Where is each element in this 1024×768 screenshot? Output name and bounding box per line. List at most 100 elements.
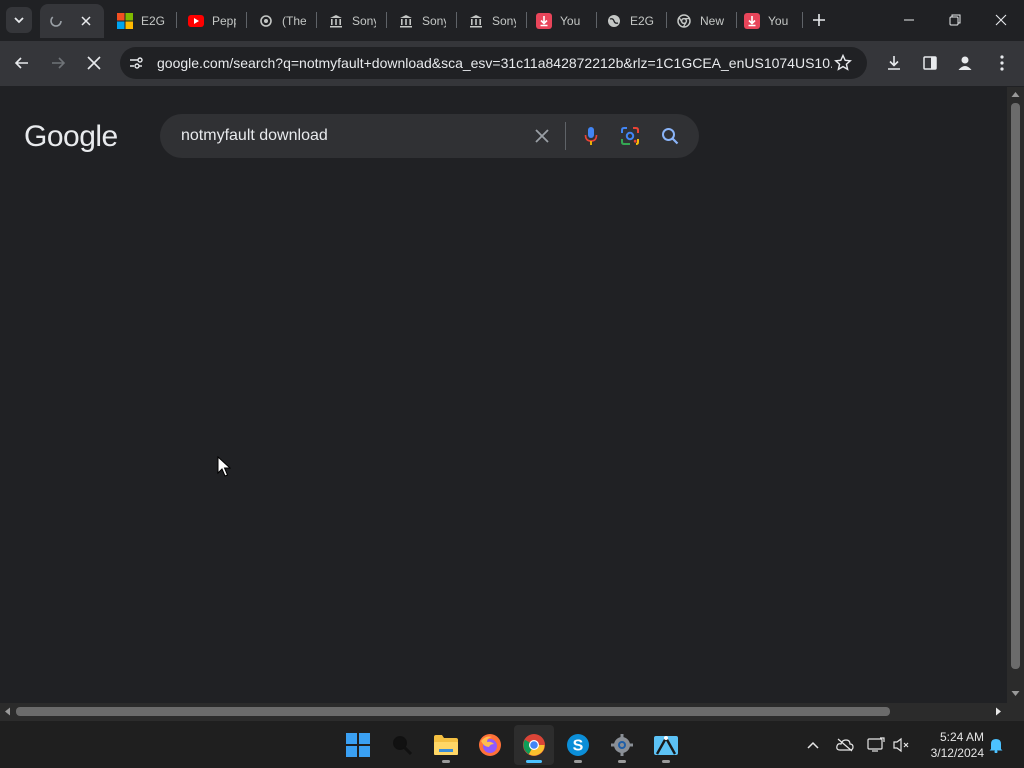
clock-time: 5:24 AM bbox=[939, 730, 984, 744]
clear-search-button[interactable] bbox=[530, 124, 554, 148]
horizontal-scrollbar[interactable] bbox=[0, 703, 1007, 720]
profile-icon bbox=[958, 56, 972, 70]
url-text[interactable]: google.com/search?q=notmyfault+download&… bbox=[157, 55, 832, 71]
network-tray[interactable] bbox=[866, 735, 886, 755]
site-settings-icon[interactable] bbox=[128, 55, 144, 71]
taskbar-chrome[interactable] bbox=[514, 725, 554, 765]
restore-button[interactable] bbox=[938, 5, 972, 35]
camera-lens-icon bbox=[621, 127, 639, 145]
chrome-menu-button[interactable] bbox=[988, 49, 1016, 77]
search-icon bbox=[662, 128, 679, 145]
vertical-scrollbar[interactable] bbox=[1007, 87, 1024, 703]
horizontal-scroll-thumb[interactable] bbox=[16, 707, 890, 716]
start-button[interactable] bbox=[338, 725, 378, 765]
tab-title: New bbox=[700, 14, 724, 28]
tab-separator bbox=[386, 12, 387, 28]
scroll-right-icon[interactable] bbox=[995, 707, 1002, 716]
taskbar-skype[interactable]: S bbox=[558, 725, 598, 765]
tab-the[interactable]: (The bbox=[250, 4, 314, 38]
lens-search-button[interactable] bbox=[618, 124, 642, 148]
chevron-down-icon bbox=[14, 17, 24, 24]
taskbar-file-explorer[interactable] bbox=[426, 725, 466, 765]
vertical-scroll-thumb[interactable] bbox=[1011, 103, 1020, 669]
google-logo[interactable]: Google bbox=[24, 120, 118, 154]
running-indicator bbox=[442, 760, 450, 763]
tab-active[interactable] bbox=[40, 4, 104, 38]
cloud-offline-icon bbox=[836, 738, 854, 752]
chrome-icon bbox=[523, 734, 545, 756]
tab-sony-2[interactable]: Sony bbox=[390, 4, 454, 38]
taskbar-settings[interactable] bbox=[602, 725, 642, 765]
system-clock[interactable]: 5:24 AM 3/12/2024 bbox=[918, 729, 984, 761]
windows-start-icon bbox=[346, 733, 370, 757]
tab-new[interactable]: New bbox=[668, 4, 732, 38]
tab-e2g-2[interactable]: E2G bbox=[598, 4, 662, 38]
notifications-button[interactable] bbox=[986, 735, 1006, 755]
new-tab-button[interactable] bbox=[808, 9, 830, 31]
tab-you-2[interactable]: You bbox=[736, 4, 800, 38]
back-button[interactable] bbox=[8, 49, 36, 77]
search-box[interactable]: notmyfault download bbox=[160, 114, 699, 158]
taskbar-search-button[interactable] bbox=[382, 725, 422, 765]
arrow-left-icon bbox=[14, 57, 28, 69]
chevron-up-icon bbox=[807, 741, 819, 749]
thread-icon bbox=[258, 13, 274, 29]
tab-title: E2G bbox=[141, 14, 165, 28]
tab-search-button[interactable] bbox=[6, 7, 32, 33]
tab-you-1[interactable]: You bbox=[528, 4, 592, 38]
tab-separator bbox=[316, 12, 317, 28]
scroll-down-icon[interactable] bbox=[1011, 690, 1020, 697]
tab-title: E2G bbox=[630, 14, 654, 28]
scrollbar-corner bbox=[1007, 703, 1024, 720]
downloads-button[interactable] bbox=[880, 49, 908, 77]
close-window-button[interactable] bbox=[984, 5, 1018, 35]
taskbar-firefox[interactable] bbox=[470, 725, 510, 765]
minimize-button[interactable] bbox=[892, 5, 926, 35]
voice-search-button[interactable] bbox=[579, 124, 603, 148]
tab-e2g[interactable]: E2G bbox=[109, 4, 173, 38]
running-indicator bbox=[662, 760, 670, 763]
address-bar[interactable]: google.com/search?q=notmyfault+download&… bbox=[120, 47, 867, 79]
stop-loading-button[interactable] bbox=[80, 49, 108, 77]
search-results-page: Google notmyfault download bbox=[0, 87, 1007, 703]
active-indicator bbox=[526, 760, 542, 763]
taskbar-snipping-tool[interactable] bbox=[646, 725, 686, 765]
search-submit-button[interactable] bbox=[658, 124, 682, 148]
museum-icon bbox=[328, 13, 344, 29]
volume-tray[interactable] bbox=[892, 735, 912, 755]
close-icon bbox=[995, 14, 1007, 26]
tab-title: (The bbox=[282, 14, 306, 28]
show-hidden-icons-button[interactable] bbox=[803, 735, 823, 755]
svg-text:S: S bbox=[573, 738, 584, 755]
close-tab-icon[interactable] bbox=[78, 13, 94, 29]
scroll-up-icon[interactable] bbox=[1011, 91, 1020, 98]
tab-separator bbox=[596, 12, 597, 28]
tab-separator bbox=[456, 12, 457, 28]
forward-button[interactable] bbox=[44, 49, 72, 77]
onedrive-tray[interactable] bbox=[835, 735, 855, 755]
side-panel-icon bbox=[923, 56, 937, 70]
tab-title: Sony bbox=[492, 14, 516, 28]
tab-separator bbox=[802, 12, 803, 28]
tab-title: Pepp bbox=[212, 14, 236, 28]
tab-separator bbox=[176, 12, 177, 28]
browser-toolbar: google.com/search?q=notmyfault+download&… bbox=[0, 41, 1024, 86]
tab-separator bbox=[526, 12, 527, 28]
tab-sony-3[interactable]: Sony bbox=[460, 4, 524, 38]
side-panel-button[interactable] bbox=[916, 49, 944, 77]
bookmark-star-icon[interactable] bbox=[834, 54, 852, 72]
search-input[interactable]: notmyfault download bbox=[181, 127, 328, 145]
download-arrow-icon bbox=[888, 56, 900, 70]
tab-title: Sony bbox=[352, 14, 376, 28]
scroll-left-icon[interactable] bbox=[4, 707, 11, 716]
tab-pepp[interactable]: Pepp bbox=[180, 4, 244, 38]
running-indicator bbox=[618, 760, 626, 763]
screen: E2G Pepp (The Sony bbox=[0, 0, 1024, 768]
minimize-icon bbox=[904, 19, 914, 21]
download-icon bbox=[744, 13, 760, 29]
tab-sony-1[interactable]: Sony bbox=[320, 4, 384, 38]
chrome-icon bbox=[676, 13, 692, 29]
plus-icon bbox=[813, 14, 825, 26]
profile-button[interactable] bbox=[951, 49, 979, 77]
more-vert-icon bbox=[1000, 55, 1004, 71]
